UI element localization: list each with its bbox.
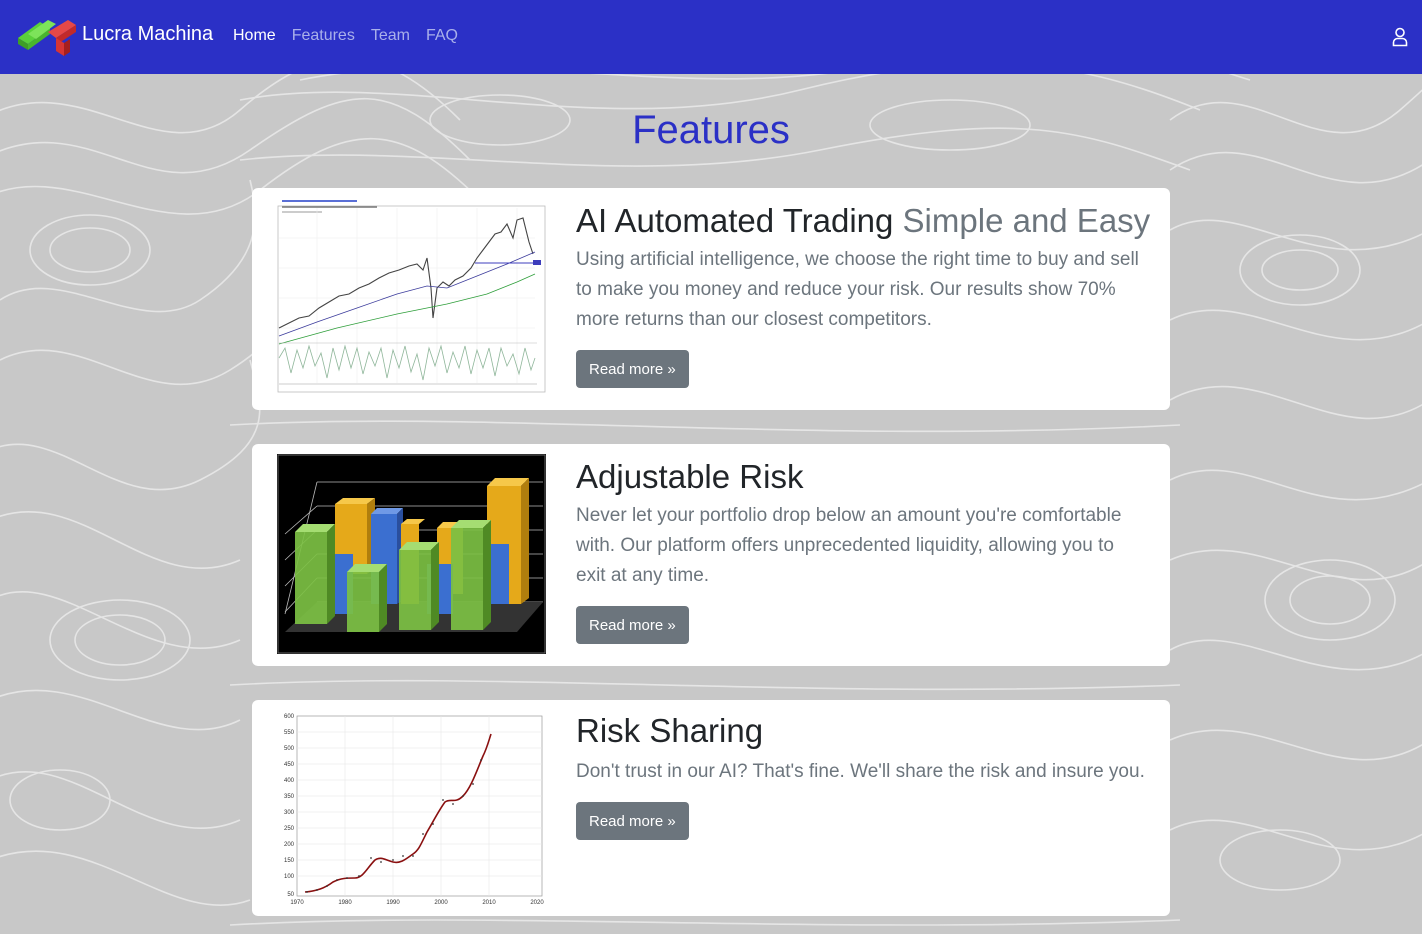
x-tick-label: 1990: [386, 900, 400, 906]
read-more-button[interactable]: Read more »: [576, 802, 689, 840]
y-tick-label: 450: [284, 762, 295, 768]
stock-price-chart-image: [277, 198, 546, 396]
feature-description: Using artificial intelligence, we choose…: [576, 249, 1139, 330]
x-tick-label: 2010: [482, 900, 496, 906]
feature-card-risk-sharing: 600 550 500 450 400 350 300 250 200 150 …: [252, 700, 1170, 916]
feature-description: Don't trust in our AI? That's fine. We'l…: [576, 761, 1145, 782]
feature-card-adjustable-risk: Adjustable Risk Never let your portfolio…: [252, 444, 1170, 666]
feature-title-main: AI Automated Trading: [576, 202, 894, 239]
brand[interactable]: Lucra Machina: [18, 14, 213, 60]
lucra-machina-logo-icon: [18, 20, 76, 56]
y-tick-label: 550: [284, 730, 295, 736]
feature-title: Risk Sharing: [576, 712, 763, 750]
y-tick-label: 350: [284, 794, 295, 800]
x-tick-label: 1980: [338, 900, 352, 906]
nav-link-faq[interactable]: FAQ: [426, 27, 458, 45]
read-more-button[interactable]: Read more »: [576, 350, 689, 388]
feature-title-muted: Simple and Easy: [902, 202, 1151, 239]
y-tick-label: 150: [284, 858, 295, 864]
y-tick-label: 100: [284, 874, 295, 880]
feature-title-main: Adjustable Risk: [576, 458, 804, 495]
y-tick-label: 50: [287, 892, 294, 898]
feature-description: Never let your portfolio drop below an a…: [576, 505, 1122, 586]
feature-title: AI Automated Trading Simple and Easy: [576, 202, 1150, 240]
nav-links: Home Features Team FAQ: [233, 27, 458, 45]
y-tick-label: 600: [284, 714, 295, 720]
y-tick-label: 250: [284, 826, 295, 832]
y-tick-label: 400: [284, 778, 295, 784]
feature-title: Adjustable Risk: [576, 458, 803, 496]
feature-title-main: Risk Sharing: [576, 712, 764, 749]
y-tick-label: 500: [284, 746, 295, 752]
user-icon[interactable]: [1392, 27, 1408, 47]
y-tick-label: 300: [284, 810, 295, 816]
nav-link-home[interactable]: Home: [233, 27, 276, 45]
x-tick-label: 2020: [530, 900, 544, 906]
brand-name: Lucra Machina: [82, 22, 214, 45]
page-title: Features: [632, 108, 790, 152]
navbar: Lucra Machina Home Features Team FAQ: [0, 0, 1422, 74]
growth-curve-chart-image: 600 550 500 450 400 350 300 250 200 150 …: [277, 710, 546, 910]
nav-link-features[interactable]: Features: [292, 27, 355, 45]
3d-bar-chart-image: [277, 454, 546, 654]
read-more-button[interactable]: Read more »: [576, 606, 689, 644]
feature-card-ai-trading: AI Automated Trading Simple and Easy Usi…: [252, 188, 1170, 410]
x-tick-label: 1970: [290, 900, 304, 906]
y-tick-label: 200: [284, 842, 295, 848]
x-tick-label: 2000: [434, 900, 448, 906]
nav-link-team[interactable]: Team: [371, 27, 410, 45]
